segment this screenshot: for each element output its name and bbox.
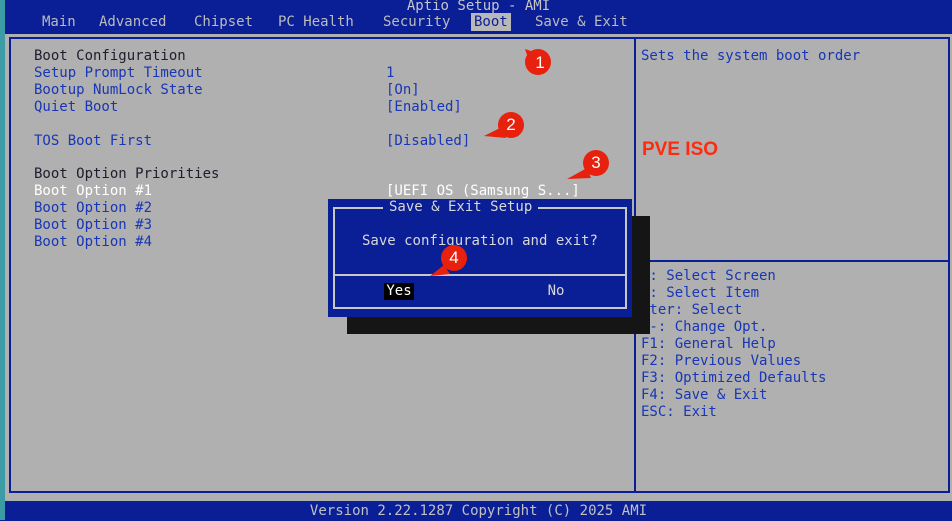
quiet-boot-label[interactable]: Quiet Boot bbox=[34, 99, 118, 115]
help-key-f4: F4: Save & Exit bbox=[641, 387, 768, 403]
marker-number: 4 bbox=[449, 248, 459, 267]
help-key-select-screen: ←: Select Screen bbox=[641, 268, 776, 284]
boot-option-2-label[interactable]: Boot Option #2 bbox=[34, 200, 152, 216]
annotation-marker-4: 4 bbox=[430, 244, 467, 276]
dialog-message: Save configuration and exit? bbox=[361, 233, 598, 249]
annotation-marker-2: 2 bbox=[484, 110, 524, 140]
tos-boot-first-value[interactable]: [Disabled] bbox=[386, 133, 470, 149]
help-key-f2: F2: Previous Values bbox=[641, 353, 802, 369]
help-key-enter-select: nter: Select bbox=[641, 302, 743, 318]
header-bar: Aptio Setup - AMI Main Advanced Chipset … bbox=[5, 0, 952, 34]
setup-prompt-timeout-label[interactable]: Setup Prompt Timeout bbox=[34, 65, 203, 81]
tos-boot-first-label[interactable]: TOS Boot First bbox=[34, 133, 152, 149]
footer-version: Version 2.22.1287 Copyright (C) 2025 AMI bbox=[5, 501, 952, 520]
yes-button[interactable]: Yes bbox=[384, 283, 414, 300]
help-key-select-item: ↓: Select Item bbox=[641, 285, 760, 301]
section-header-boot-configuration: Boot Configuration bbox=[34, 48, 186, 64]
menu-tab-security[interactable]: Security bbox=[380, 13, 453, 31]
menu-tab-main[interactable]: Main bbox=[39, 13, 79, 31]
boot-option-1-value[interactable]: [UEFI OS (Samsung S...] bbox=[386, 183, 580, 199]
numlock-state-label[interactable]: Bootup NumLock State bbox=[34, 82, 203, 98]
marker-number: 1 bbox=[535, 53, 545, 72]
menu-tab-boot[interactable]: Boot bbox=[471, 13, 511, 31]
annotation-marker-3: 3 bbox=[567, 148, 609, 179]
quiet-boot-value[interactable]: [Enabled] bbox=[386, 99, 462, 115]
dialog-title: Save & Exit Setup bbox=[383, 199, 539, 215]
boot-option-4-label[interactable]: Boot Option #4 bbox=[34, 234, 152, 250]
dialog-separator bbox=[333, 274, 627, 276]
annotation-marker-1: 1 bbox=[522, 46, 552, 76]
save-exit-dialog: Save & Exit Setup Save configuration and… bbox=[328, 199, 632, 317]
help-key-change-opt: /-: Change Opt. bbox=[641, 319, 768, 335]
numlock-state-value[interactable]: [On] bbox=[386, 82, 420, 98]
boot-option-3-label[interactable]: Boot Option #3 bbox=[34, 217, 152, 233]
no-button[interactable]: No bbox=[543, 283, 569, 300]
help-key-f3: F3: Optimized Defaults bbox=[641, 370, 827, 386]
help-key-f1: F1: General Help bbox=[641, 336, 776, 352]
app-title: Aptio Setup - AMI bbox=[406, 0, 551, 14]
help-description: Sets the system boot order bbox=[641, 48, 861, 64]
help-key-esc: ESC: Exit bbox=[641, 404, 717, 420]
menu-tab-advanced[interactable]: Advanced bbox=[96, 13, 169, 31]
setup-prompt-timeout-value[interactable]: 1 bbox=[386, 65, 394, 81]
section-header-boot-priorities: Boot Option Priorities bbox=[34, 166, 220, 182]
boot-option-1-label[interactable]: Boot Option #1 bbox=[34, 183, 152, 199]
menu-tab-save-exit[interactable]: Save & Exit bbox=[532, 13, 631, 31]
menu-tab-chipset[interactable]: Chipset bbox=[191, 13, 256, 31]
help-separator bbox=[636, 260, 950, 262]
marker-number: 2 bbox=[506, 115, 516, 134]
dialog-border bbox=[333, 207, 627, 309]
menu-tab-pc-health[interactable]: PC Health bbox=[275, 13, 357, 31]
pve-iso-annotation: PVE ISO bbox=[642, 139, 719, 160]
marker-number: 3 bbox=[591, 153, 601, 172]
